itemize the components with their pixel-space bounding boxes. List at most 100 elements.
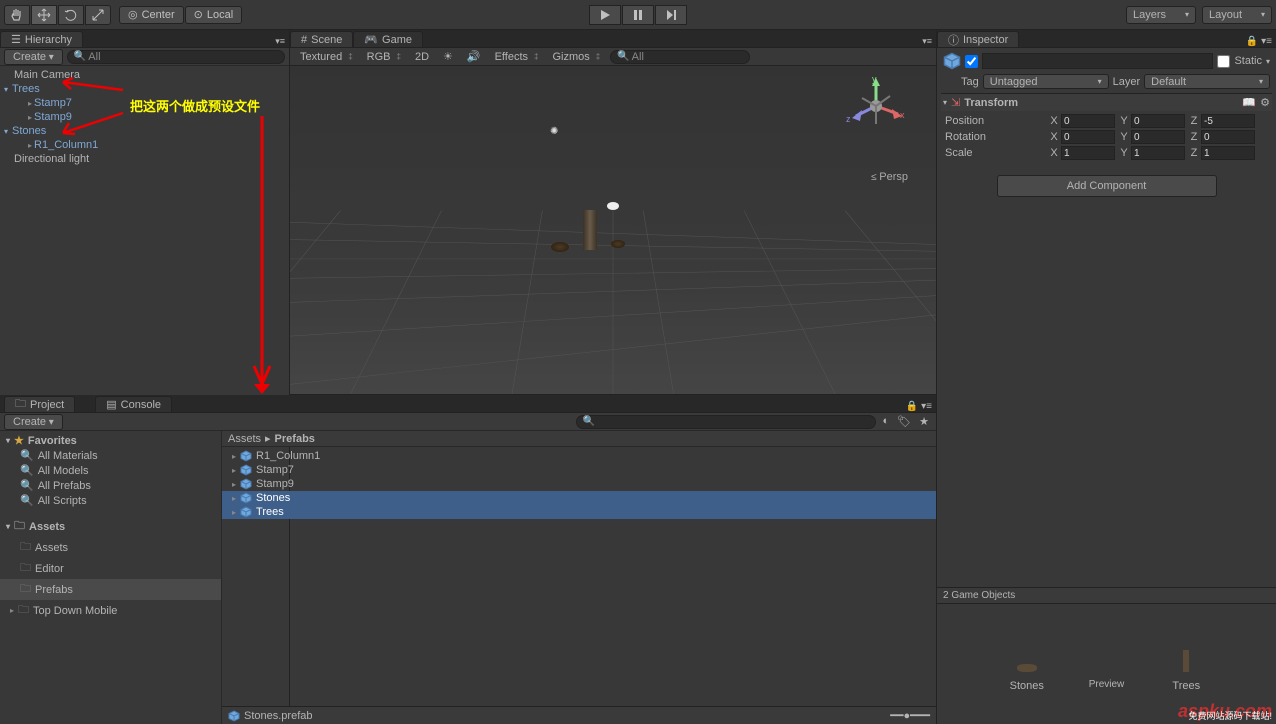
audio-toggle-icon[interactable]: 🔊 (463, 50, 485, 63)
hierarchy-item-stones[interactable]: Stones (0, 124, 289, 138)
hierarchy-tab[interactable]: ☰Hierarchy (0, 31, 83, 47)
rotation-x-input[interactable] (1061, 130, 1115, 144)
add-component-button[interactable]: Add Component (997, 175, 1217, 197)
search-save-icon[interactable]: ★ (916, 415, 932, 428)
inspector-header: Static ▾ (941, 50, 1272, 72)
main-toolbar: ◎Center ⊙Local Layers Layout (0, 0, 1276, 30)
scale-tool[interactable] (85, 5, 111, 25)
component-help-icon[interactable]: 📖 (1242, 96, 1256, 109)
layer-dropdown[interactable]: Default (1144, 74, 1270, 89)
orientation-gizmo[interactable]: y x z (846, 76, 906, 136)
hierarchy-item-main-camera[interactable]: Main Camera (0, 68, 289, 82)
watermark-subtitle: 免费网站源码下载站! (1188, 709, 1272, 722)
console-tab[interactable]: ▤Console (95, 396, 172, 412)
scale-z-input[interactable] (1201, 146, 1255, 160)
gameobject-name-input[interactable] (982, 53, 1213, 69)
transform-tools (4, 5, 111, 25)
hand-tool[interactable] (4, 5, 30, 25)
render-mode-dropdown[interactable]: RGB (363, 51, 405, 63)
inspector-lock-icon[interactable]: 🔒 ▾≡ (1246, 36, 1272, 47)
rotation-y-input[interactable] (1131, 130, 1185, 144)
effects-dropdown[interactable]: Effects (491, 51, 543, 63)
static-checkbox[interactable] (1217, 55, 1230, 68)
gizmo-x-label: x (900, 110, 905, 120)
preview-thumb-stones (1007, 636, 1047, 676)
hierarchy-options-icon[interactable]: ▾≡ (275, 36, 285, 47)
prefab-icon (943, 52, 961, 70)
projection-label[interactable]: ≤ Persp (871, 171, 908, 183)
pause-button[interactable] (622, 5, 654, 25)
game-tab[interactable]: 🎮Game (353, 31, 423, 47)
static-dropdown-icon[interactable]: ▾ (1266, 57, 1270, 66)
scale-x-input[interactable] (1061, 146, 1115, 160)
scene-tab[interactable]: #Scene (290, 31, 353, 47)
scene-tabs: #Scene 🎮Game ▾≡ (290, 30, 936, 48)
transform-header[interactable]: ⇲ Transform 📖 ⚙ (941, 94, 1272, 111)
scale-y-input[interactable] (1131, 146, 1185, 160)
gizmos-dropdown[interactable]: Gizmos (548, 51, 604, 63)
layers-dropdown[interactable]: Layers (1126, 6, 1196, 24)
hierarchy-icon: ☰ (11, 33, 21, 46)
slider-zoom[interactable]: ━━●━━━ (890, 709, 930, 722)
asset-stamp9[interactable]: Stamp9 (222, 477, 936, 491)
hierarchy-search-input[interactable]: 🔍All (67, 50, 285, 64)
hierarchy-item-r1column1[interactable]: ▸ R1_Column1 (0, 138, 289, 152)
transform-icon: ⇲ (951, 96, 960, 109)
search-filter-icon[interactable]: ◐ (880, 415, 893, 428)
rotate-tool[interactable] (58, 5, 84, 25)
hierarchy-create-button[interactable]: Create ▾ (4, 49, 63, 65)
position-x-input[interactable] (1061, 114, 1115, 128)
move-tool[interactable] (31, 5, 57, 25)
play-controls (589, 5, 687, 25)
component-settings-icon[interactable]: ⚙ (1260, 96, 1270, 109)
2d-toggle[interactable]: 2D (411, 51, 433, 63)
asset-stamp7[interactable]: Stamp7 (222, 463, 936, 477)
static-label: Static (1234, 55, 1262, 67)
local-icon: ⊙ (194, 8, 203, 21)
center-icon: ◎ (128, 8, 138, 21)
game-icon: 🎮 (364, 33, 378, 46)
position-z-input[interactable] (1201, 114, 1255, 128)
play-button[interactable] (589, 5, 621, 25)
hierarchy-item-directional-light[interactable]: Directional light (0, 152, 289, 166)
info-icon: ⓘ (948, 32, 959, 48)
gizmo-y-label: y (872, 74, 877, 84)
search-label-icon[interactable]: 🏷 (894, 415, 914, 428)
project-search-input[interactable]: 🔍 (576, 415, 876, 429)
scene-options-icon[interactable]: ▾≡ (922, 36, 932, 47)
inspector-tabs: ⓘInspector 🔒 ▾≡ (937, 30, 1276, 48)
layout-dropdown[interactable]: Layout (1202, 6, 1272, 24)
folder-icon: 🗀 (15, 395, 26, 414)
hierarchy-item-trees[interactable]: Trees (0, 82, 289, 96)
project-tab[interactable]: 🗀Project (4, 396, 75, 412)
hierarchy-tabs: ☰Hierarchy ▾≡ (0, 30, 289, 48)
preview-thumb-trees (1166, 636, 1206, 676)
hierarchy-item-stamp7[interactable]: ▸ Stamp7 (0, 96, 289, 110)
asset-r1-column1[interactable]: R1_Column1 (222, 449, 936, 463)
gameobject-active-checkbox[interactable] (965, 55, 978, 68)
position-y-input[interactable] (1131, 114, 1185, 128)
scene-grid (290, 66, 936, 394)
step-button[interactable] (655, 5, 687, 25)
position-label: Position (945, 115, 1045, 127)
rotation-label: Rotation (945, 131, 1045, 143)
hierarchy-toolbar: Create ▾ 🔍All (0, 48, 289, 66)
preview-header[interactable]: 2 Game Objects (937, 588, 1276, 604)
shading-mode-dropdown[interactable]: Textured (296, 51, 357, 63)
hierarchy-item-stamp9[interactable]: ▸ Stamp9 (0, 110, 289, 124)
project-breadcrumb: Assets ▸ Prefabs (222, 431, 936, 447)
project-lock-icon[interactable]: 🔒 ▾≡ (906, 401, 932, 412)
rotation-z-input[interactable] (1201, 130, 1255, 144)
asset-trees[interactable]: Trees (222, 505, 936, 519)
scene-search-input[interactable]: 🔍All (610, 50, 750, 64)
pivot-tools: ◎Center ⊙Local (119, 6, 242, 24)
asset-stones[interactable]: Stones (222, 491, 936, 505)
tag-dropdown[interactable]: Untagged (983, 74, 1109, 89)
scene-viewport[interactable]: ✺ y x z (290, 66, 936, 394)
tag-label: Tag (961, 76, 979, 88)
pivot-center-button[interactable]: ◎Center (119, 6, 184, 24)
inspector-tab[interactable]: ⓘInspector (937, 31, 1019, 47)
pivot-local-button[interactable]: ⊙Local (185, 6, 243, 24)
lighting-toggle-icon[interactable]: ☀ (439, 50, 457, 63)
transform-component: ⇲ Transform 📖 ⚙ Position X Y Z Rotation … (941, 93, 1272, 163)
